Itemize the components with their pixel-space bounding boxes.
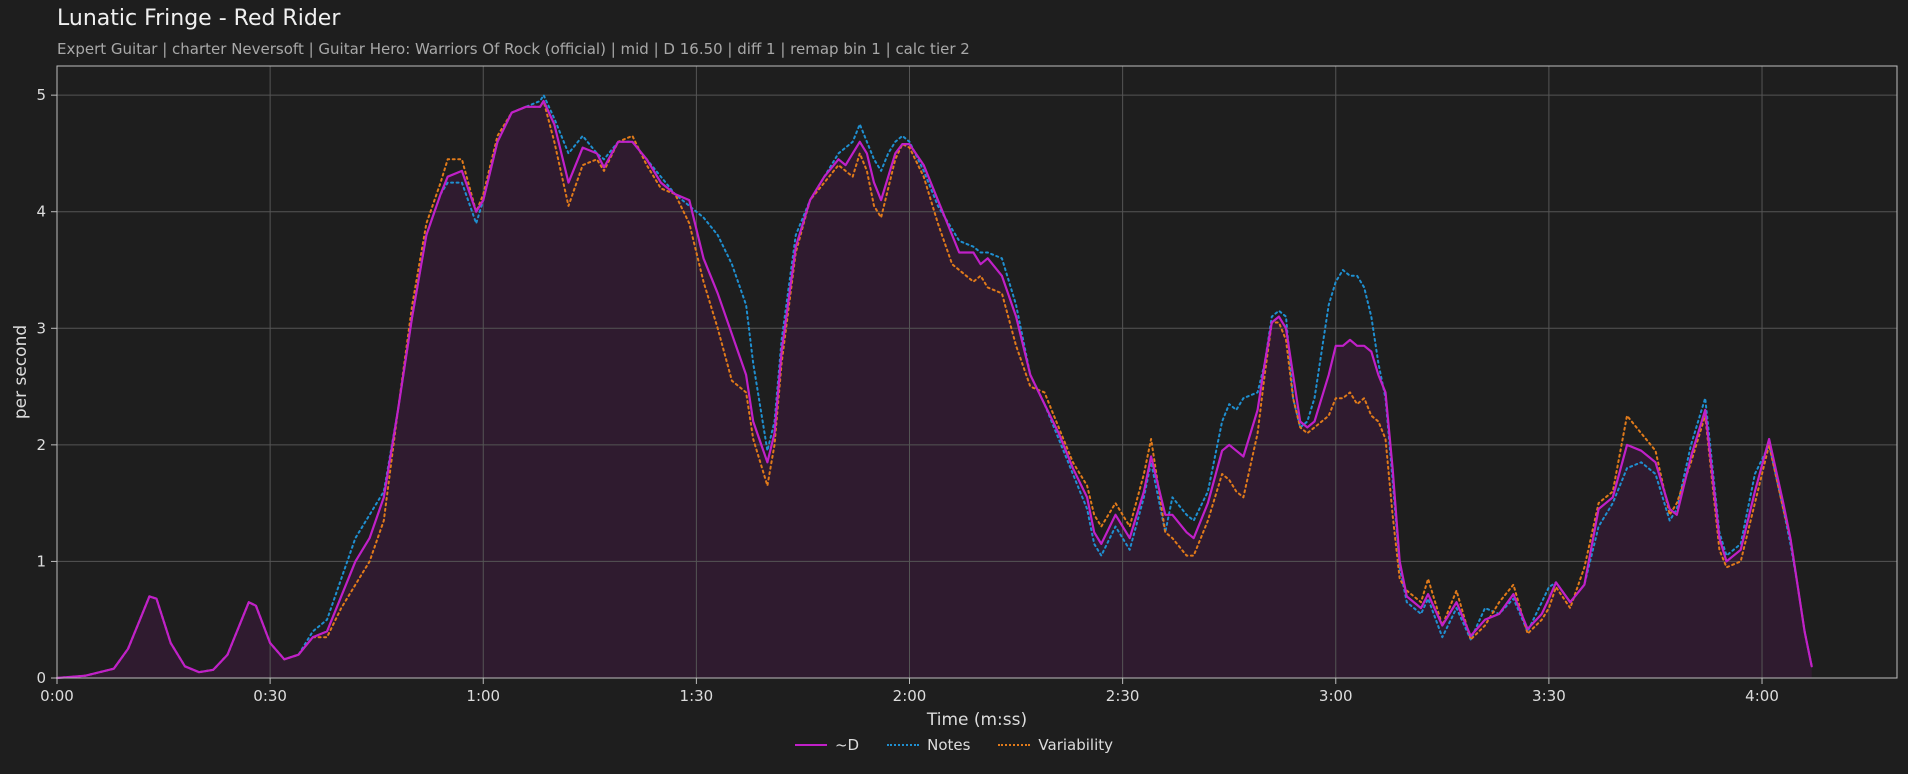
x-tick-label: 4:00	[1745, 687, 1779, 705]
x-tick-label: 0:30	[253, 687, 287, 705]
legend-label-variability: Variability	[1038, 736, 1114, 754]
line-chart: 0:00 0:30 1:00 1:30 2:00 2:30 3:00 3:30 4:00 0 1 2 3…	[11, 65, 1898, 730]
x-tick-label: 0:00	[40, 687, 74, 705]
y-tick-label: 0	[36, 669, 46, 687]
legend-label-d: ~D	[834, 736, 860, 754]
x-tick-label: 2:00	[893, 687, 927, 705]
legend-item-notes: Notes	[887, 736, 970, 754]
chart-legend: ~D Notes Variability	[0, 736, 1908, 754]
x-axis-label: Time (m:ss)	[926, 710, 1027, 730]
legend-label-notes: Notes	[927, 736, 971, 754]
legend-swatch-d	[794, 744, 827, 746]
y-tick-label: 2	[36, 436, 46, 454]
y-tick-label: 1	[36, 552, 46, 570]
x-tick-label: 2:30	[1106, 687, 1140, 705]
x-tick-label: 1:00	[466, 687, 500, 705]
legend-swatch-variability	[998, 744, 1031, 746]
legend-item-variability: Variability	[998, 736, 1113, 754]
legend-swatch-notes	[887, 744, 920, 746]
y-tick-label: 3	[36, 319, 46, 337]
y-tick-label: 5	[36, 86, 46, 104]
legend-item-d: ~D	[794, 736, 860, 754]
x-tick-label: 3:30	[1532, 687, 1566, 705]
x-tick-label: 1:30	[680, 687, 714, 705]
y-tick-label: 4	[36, 203, 46, 221]
x-tick-label: 3:00	[1319, 687, 1353, 705]
y-axis-label: per second	[11, 325, 31, 419]
